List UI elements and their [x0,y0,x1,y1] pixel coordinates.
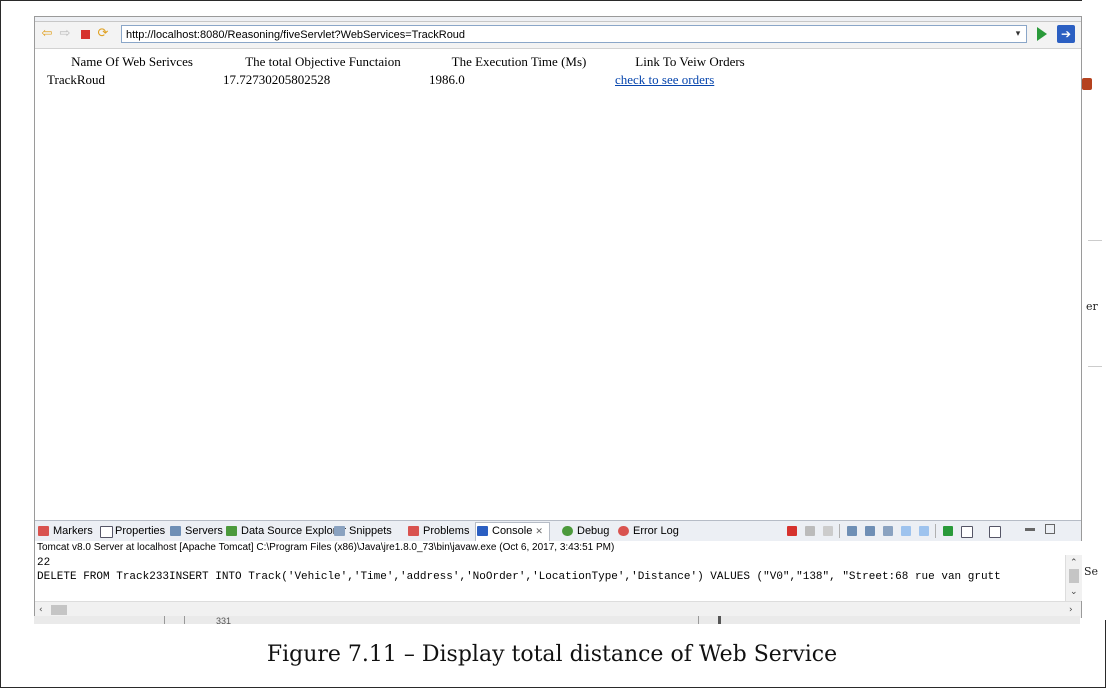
vertical-scrollbar[interactable]: ⌃ ⌄ [1065,555,1082,601]
views-tab-bar: Markers Properties Servers Data Source E… [35,520,1081,542]
tab-error-log[interactable]: Error Log [617,523,679,539]
new-console-icon[interactable] [989,526,1001,538]
pin-console-icon[interactable] [901,526,911,536]
clipped-text-er: er [1086,300,1098,313]
service-name: TrackRoud [47,72,106,87]
word-wrap-icon[interactable] [865,526,875,536]
tab-markers[interactable]: Markers [37,523,93,539]
console-output: 22 DELETE FROM Track233INSERT INTO Track… [35,555,1081,601]
results-table: Name Of Web Serivces The total Objective… [44,53,768,88]
console-line: 22 [37,557,51,569]
tab-debug[interactable]: Debug [561,523,609,539]
console-menu-icon[interactable] [961,526,973,538]
terminate-icon[interactable] [787,526,797,536]
tab-snippets[interactable]: Snippets [333,523,392,539]
navigate-icon[interactable]: ➔ [1057,25,1075,43]
scroll-left-icon[interactable]: ‹ [39,605,43,615]
divider [698,616,699,624]
orders-link-cell: check to see orders [612,72,768,88]
console-info: Tomcat v8.0 Server at localhost [Apache … [35,541,1083,555]
scroll-thumb[interactable] [1069,569,1079,583]
divider [839,524,840,538]
divider [164,616,165,624]
divider [184,616,185,624]
display-console-icon[interactable] [919,526,929,536]
problems-icon [408,526,419,536]
servers-icon [170,526,181,536]
divider [935,524,936,538]
execution-time: 1986.0 [429,72,465,87]
column-header: Name Of Web Serivces [71,54,193,69]
data-source-icon [226,526,237,536]
open-console-icon[interactable] [943,526,953,536]
divider [1088,366,1102,367]
browser-content: Name Of Web Serivces The total Objective… [35,49,1081,519]
under-text: 331 [216,616,232,626]
close-icon[interactable]: ✕ [535,526,543,536]
underlying-window-strip [34,616,1080,624]
scroll-down-icon[interactable]: ⌄ [1070,587,1078,597]
maximize-icon[interactable] [1045,524,1055,534]
divider [1088,240,1102,241]
scroll-up-icon[interactable]: ⌃ [1070,558,1078,568]
tab-data-source-explorer[interactable]: Data Source Explorer [225,523,346,539]
browser-toolbar: ⇦ ⇨ ⟳ http://localhost:8080/Reasoning/fi… [35,22,1081,49]
tab-properties[interactable]: Properties [99,523,165,539]
go-icon[interactable] [1037,27,1047,41]
remove-launch-icon[interactable] [805,526,815,536]
stop-icon[interactable] [77,26,93,42]
objective-value: 17.72730205802528 [223,72,331,87]
bug-icon [1082,78,1092,90]
properties-icon [100,526,113,538]
debug-icon [562,526,573,536]
table-header-row: Name Of Web Serivces The total Objective… [44,53,768,72]
tab-console[interactable]: Console ✕ [475,522,550,541]
scroll-thumb[interactable] [51,605,67,615]
column-header: The total Objective Functaion [245,54,401,69]
minimize-icon[interactable]: ▬ [1025,523,1035,534]
back-arrow-icon[interactable]: ⇦ [39,26,55,42]
console-icon [477,526,488,536]
forward-arrow-icon[interactable]: ⇨ [57,26,73,42]
orders-link[interactable]: check to see orders [615,72,714,87]
scroll-lock-icon[interactable] [847,526,857,536]
markers-icon [38,526,49,536]
chevron-down-icon[interactable]: ▾ [1011,26,1025,42]
table-row: TrackRoud 17.72730205802528 1986.0 check… [44,72,768,88]
refresh-icon[interactable]: ⟳ [95,26,111,42]
divider [718,616,721,624]
figure-caption: Figure 7.11 – Display total distance of … [266,642,838,667]
column-header: The Execution Time (Ms) [451,54,587,69]
column-header: Link To Veiw Orders [635,54,745,69]
url-field[interactable]: http://localhost:8080/Reasoning/fiveServ… [121,25,1027,43]
tab-problems[interactable]: Problems [407,523,469,539]
scroll-right-icon[interactable]: › [1069,605,1073,615]
error-log-icon [618,526,629,536]
ide-window: ⇦ ⇨ ⟳ http://localhost:8080/Reasoning/fi… [34,16,1083,618]
tab-servers[interactable]: Servers [169,523,223,539]
remove-all-icon[interactable] [823,526,833,536]
show-console-icon[interactable] [883,526,893,536]
console-line: DELETE FROM Track233INSERT INTO Track('V… [37,571,1001,583]
right-clipped-strip: er Se [1082,0,1106,620]
clipped-text-se: Se [1084,565,1099,578]
snippets-icon [334,526,345,536]
